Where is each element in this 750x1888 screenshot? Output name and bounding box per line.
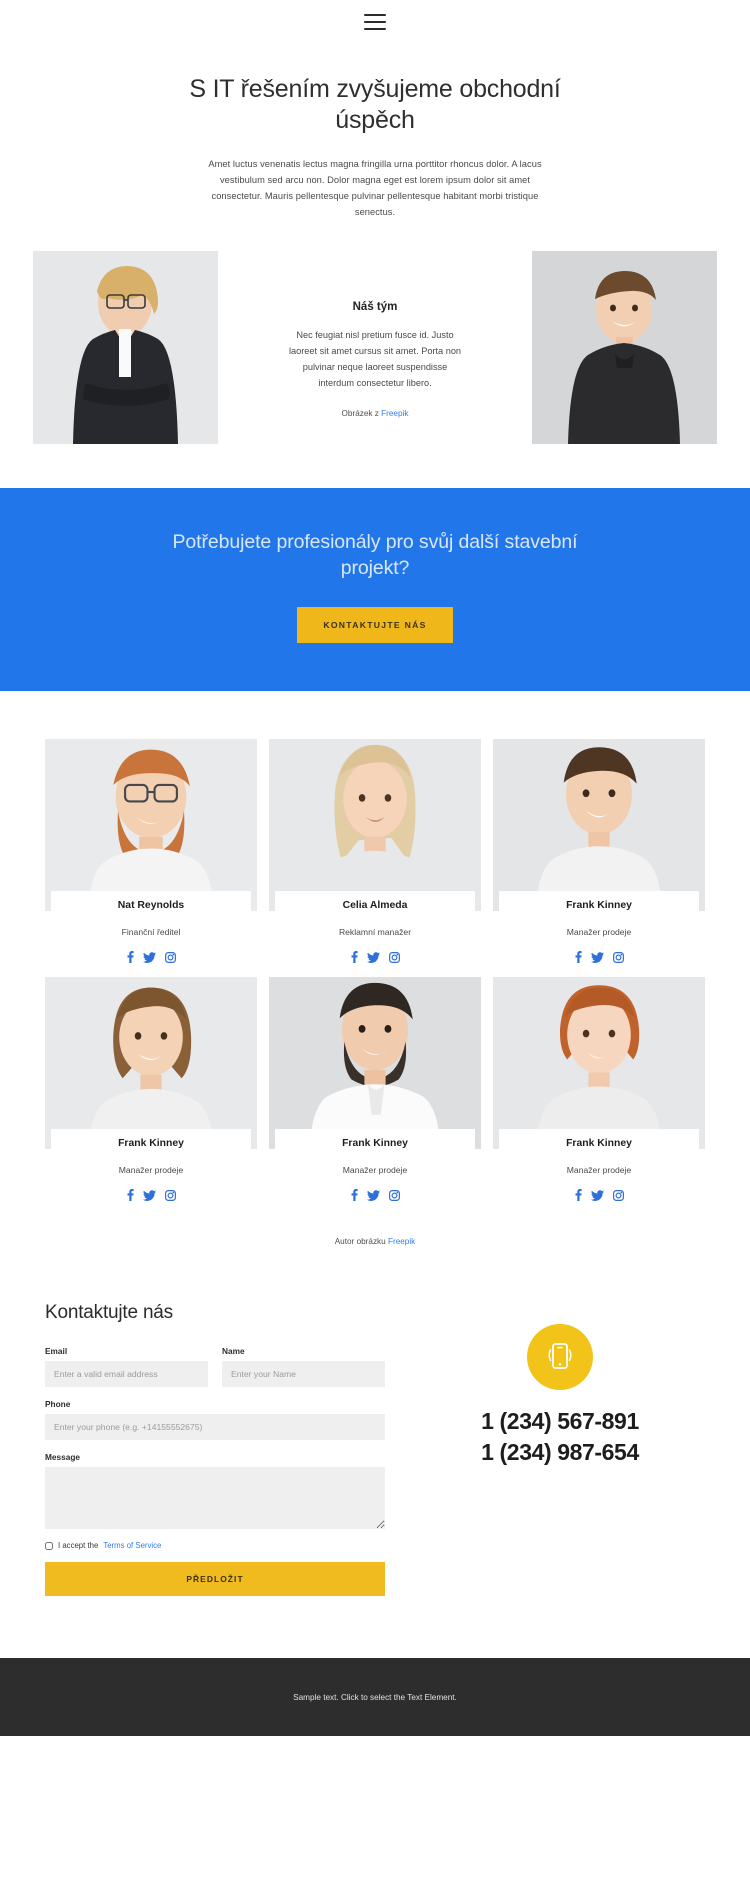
image-credit-link[interactable]: Freepik bbox=[381, 409, 408, 418]
contact-section: Kontaktujte nás Email Name Phone Message… bbox=[0, 1302, 750, 1597]
accept-terms-checkbox[interactable] bbox=[45, 1541, 53, 1550]
site-footer: Sample text. Click to select the Text El… bbox=[0, 1658, 750, 1737]
facebook-icon[interactable] bbox=[127, 951, 134, 964]
facebook-icon[interactable] bbox=[575, 1189, 582, 1202]
member-role: Manažer prodeje bbox=[342, 1165, 408, 1176]
instagram-icon[interactable] bbox=[612, 951, 624, 963]
member-socials bbox=[45, 1189, 257, 1202]
member-socials bbox=[269, 1189, 481, 1202]
member-role: Manažer prodeje bbox=[566, 927, 632, 938]
twitter-icon[interactable] bbox=[366, 952, 380, 963]
phone-label: Phone bbox=[45, 1399, 71, 1410]
phone-input[interactable] bbox=[45, 1414, 385, 1441]
terms-text: I accept the bbox=[58, 1541, 99, 1551]
team-intro-text: Náš tým Nec feugiat nisl pretium fusce i… bbox=[218, 251, 532, 418]
member-name: Frank Kinney bbox=[499, 1129, 699, 1157]
page-title: S IT řešením zvyšujeme obchodní úspěch bbox=[189, 75, 561, 134]
instagram-icon[interactable] bbox=[388, 1189, 400, 1201]
member-socials bbox=[45, 951, 257, 964]
hamburger-icon[interactable] bbox=[364, 14, 386, 30]
member-name: Frank Kinney bbox=[275, 1129, 475, 1157]
member-socials bbox=[269, 951, 481, 964]
member-name: Nat Reynolds bbox=[51, 891, 251, 919]
site-header bbox=[0, 0, 750, 44]
member-socials bbox=[493, 951, 705, 964]
member-name: Frank Kinney bbox=[499, 891, 699, 919]
name-field-group: Name bbox=[222, 1346, 385, 1388]
member-photo bbox=[493, 739, 705, 912]
member-photo bbox=[45, 739, 257, 912]
member-role: Reklamní manažer bbox=[338, 927, 412, 938]
member-photo bbox=[45, 977, 257, 1150]
contact-form: Kontaktujte nás Email Name Phone Message… bbox=[45, 1302, 385, 1597]
contact-title: Kontaktujte nás bbox=[45, 1302, 173, 1324]
team-intro-photo-left bbox=[33, 250, 218, 444]
contact-us-button[interactable]: KONTAKTUJTE NÁS bbox=[297, 607, 453, 644]
team-member-card: Celia Almeda Reklamní manažer bbox=[269, 739, 481, 964]
team-grid-credit: Autor obrázku Freepik bbox=[0, 1237, 750, 1246]
member-socials bbox=[493, 1189, 705, 1202]
instagram-icon[interactable] bbox=[164, 1189, 176, 1201]
team-intro-photo-right bbox=[532, 250, 717, 444]
phone-number-secondary[interactable]: 1 (234) 987-654 bbox=[415, 1437, 705, 1467]
member-role: Manažer prodeje bbox=[118, 1165, 184, 1176]
email-label: Email bbox=[45, 1346, 68, 1357]
twitter-icon[interactable] bbox=[590, 952, 604, 963]
member-role: Manažer prodeje bbox=[566, 1165, 632, 1176]
member-name: Frank Kinney bbox=[51, 1129, 251, 1157]
cta-heading: Potřebujete profesionály pro svůj další … bbox=[172, 530, 578, 579]
twitter-icon[interactable] bbox=[590, 1190, 604, 1201]
team-grid-credit-prefix: Autor obrázku bbox=[334, 1237, 388, 1247]
team-member-card: Frank Kinney Manažer prodeje bbox=[269, 977, 481, 1202]
image-credit-prefix: Obrázek z bbox=[341, 409, 382, 419]
facebook-icon[interactable] bbox=[127, 1189, 134, 1202]
name-input[interactable] bbox=[222, 1361, 385, 1388]
team-grid-credit-link[interactable]: Freepik bbox=[388, 1237, 415, 1246]
phone-number-primary[interactable]: 1 (234) 567-891 bbox=[415, 1406, 705, 1436]
twitter-icon[interactable] bbox=[142, 952, 156, 963]
member-photo bbox=[493, 977, 705, 1150]
hero-section: S IT řešením zvyšujeme obchodní úspěch A… bbox=[0, 44, 750, 221]
team-intro-section: Náš tým Nec feugiat nisl pretium fusce i… bbox=[0, 221, 750, 444]
terms-of-service-link[interactable]: Terms of Service bbox=[103, 1541, 161, 1550]
name-label: Name bbox=[222, 1346, 245, 1357]
team-member-card: Frank Kinney Manažer prodeje bbox=[493, 739, 705, 964]
facebook-icon[interactable] bbox=[351, 951, 358, 964]
member-role: Finanční ředitel bbox=[121, 927, 181, 938]
cta-section: Potřebujete profesionály pro svůj další … bbox=[0, 487, 750, 692]
message-label: Message bbox=[45, 1452, 81, 1463]
hero-subtitle: Amet luctus venenatis lectus magna fring… bbox=[208, 159, 542, 217]
member-photo bbox=[269, 977, 481, 1150]
team-intro-paragraph: Nec feugiat nisl pretium fusce id. Justo… bbox=[288, 329, 462, 389]
email-input[interactable] bbox=[45, 1361, 208, 1388]
team-intro-heading: Náš tým bbox=[352, 300, 398, 313]
team-grid-section: Nat Reynolds Finanční ředitel Celia Alme… bbox=[0, 691, 750, 1202]
facebook-icon[interactable] bbox=[575, 951, 582, 964]
instagram-icon[interactable] bbox=[164, 951, 176, 963]
message-field-group: Message bbox=[45, 1452, 385, 1530]
contact-phone-block: 1 (234) 567-891 1 (234) 987-654 bbox=[415, 1302, 705, 1467]
member-name: Celia Almeda bbox=[275, 891, 475, 919]
terms-row: I accept the Terms of Service bbox=[45, 1541, 385, 1550]
team-member-card: Frank Kinney Manažer prodeje bbox=[493, 977, 705, 1202]
twitter-icon[interactable] bbox=[142, 1190, 156, 1201]
mobile-phone-icon bbox=[527, 1324, 593, 1391]
team-member-card: Nat Reynolds Finanční ředitel bbox=[45, 739, 257, 964]
instagram-icon[interactable] bbox=[612, 1189, 624, 1201]
member-photo bbox=[269, 739, 481, 912]
message-input[interactable] bbox=[45, 1467, 385, 1530]
phone-field-group: Phone bbox=[45, 1399, 385, 1441]
team-member-card: Frank Kinney Manažer prodeje bbox=[45, 977, 257, 1202]
twitter-icon[interactable] bbox=[366, 1190, 380, 1201]
instagram-icon[interactable] bbox=[388, 951, 400, 963]
facebook-icon[interactable] bbox=[351, 1189, 358, 1202]
image-credit: Obrázek z Freepik bbox=[236, 409, 514, 418]
email-field-group: Email bbox=[45, 1346, 208, 1388]
footer-text: Sample text. Click to select the Text El… bbox=[293, 1692, 457, 1702]
submit-button[interactable]: PŘEDLOŽIT bbox=[45, 1562, 385, 1597]
